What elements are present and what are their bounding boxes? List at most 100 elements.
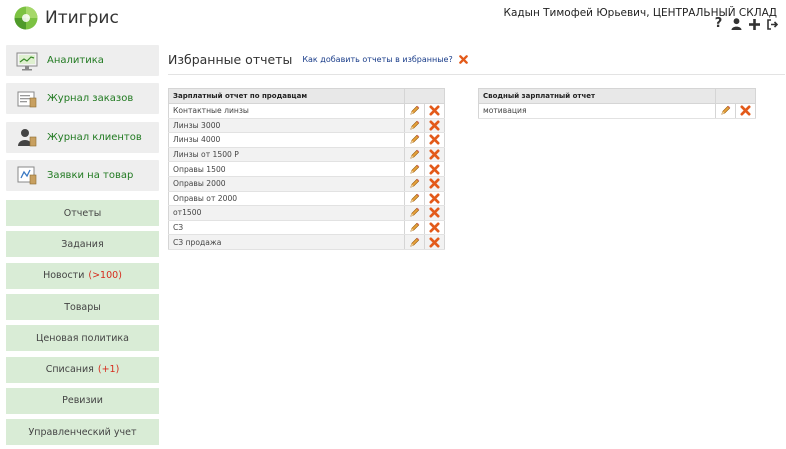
- app-logo[interactable]: Итигрис: [14, 6, 119, 30]
- table-row[interactable]: Оправы 1500: [168, 161, 445, 177]
- delete-icon[interactable]: [740, 105, 751, 116]
- sidebar-item-revisions[interactable]: Ревизии: [6, 387, 159, 414]
- delete-cell[interactable]: [424, 132, 445, 148]
- pencil-icon[interactable]: [409, 178, 420, 189]
- sidebar-item-product-requests[interactable]: Заявки на товар: [6, 159, 159, 191]
- table-header-actions: [404, 88, 445, 104]
- report-name[interactable]: Контактные линзы: [168, 103, 405, 119]
- header-toolbar: ?: [706, 17, 778, 31]
- how-to-add-favorites-link[interactable]: Как добавить отчеты в избранные?: [302, 55, 452, 64]
- edit-cell[interactable]: [404, 220, 425, 236]
- report-name[interactable]: СЗ продажа: [168, 234, 405, 250]
- delete-cell[interactable]: [424, 147, 445, 163]
- orders-journal-icon: [17, 91, 37, 108]
- table-row[interactable]: Оправы от 2000: [168, 191, 445, 207]
- edit-cell[interactable]: [404, 205, 425, 221]
- edit-cell[interactable]: [404, 191, 425, 207]
- sidebar-item-write-offs[interactable]: Списания (+1): [6, 356, 159, 383]
- report-name[interactable]: Линзы от 1500 Р: [168, 147, 405, 163]
- write-offs-count-badge: (+1): [97, 364, 120, 376]
- sidebar: Аналитика Журнал заказов Журнал клиентов…: [6, 45, 159, 449]
- pencil-icon[interactable]: [409, 120, 420, 131]
- delete-icon[interactable]: [429, 207, 440, 218]
- pencil-icon[interactable]: [720, 105, 731, 116]
- delete-icon[interactable]: [429, 237, 440, 248]
- table-row[interactable]: Контактные линзы: [168, 103, 445, 119]
- delete-icon[interactable]: [429, 164, 440, 175]
- sidebar-item-clients-journal[interactable]: Журнал клиентов: [6, 121, 159, 153]
- sidebar-item-pricing-policy[interactable]: Ценовая политика: [6, 325, 159, 352]
- report-name[interactable]: Оправы 1500: [168, 161, 405, 177]
- delete-cell[interactable]: [424, 176, 445, 192]
- edit-cell[interactable]: [404, 103, 425, 119]
- close-hint-icon[interactable]: [458, 54, 468, 64]
- sidebar-item-products[interactable]: Товары: [6, 294, 159, 321]
- pencil-icon[interactable]: [409, 164, 420, 175]
- delete-cell[interactable]: [424, 205, 445, 221]
- pencil-icon[interactable]: [409, 193, 420, 204]
- delete-cell[interactable]: [424, 191, 445, 207]
- delete-icon[interactable]: [429, 134, 440, 146]
- report-name[interactable]: Линзы 4000: [168, 132, 405, 148]
- delete-icon[interactable]: [429, 149, 440, 160]
- table-row[interactable]: мотивация: [478, 103, 756, 119]
- edit-cell[interactable]: [404, 118, 425, 134]
- delete-icon[interactable]: [429, 105, 440, 116]
- main-content: Избранные отчеты Как добавить отчеты в и…: [168, 50, 780, 68]
- delete-cell[interactable]: [424, 103, 445, 119]
- report-name[interactable]: от1500: [168, 205, 405, 221]
- table-row[interactable]: Линзы 3000: [168, 118, 445, 134]
- delete-cell[interactable]: [424, 118, 445, 134]
- table-row[interactable]: Линзы от 1500 Р: [168, 147, 445, 163]
- table-header: Зарплатный отчет по продавцам: [168, 88, 405, 104]
- pencil-icon[interactable]: [409, 237, 420, 248]
- help-icon[interactable]: ?: [713, 17, 724, 31]
- table-row[interactable]: СЗ продажа: [168, 234, 445, 250]
- delete-cell[interactable]: [424, 220, 445, 236]
- table-row[interactable]: от1500: [168, 205, 445, 221]
- sidebar-item-label: Управленческий учет: [28, 426, 137, 438]
- sidebar-item-reports[interactable]: Отчеты: [6, 200, 159, 227]
- table-row[interactable]: СЗ: [168, 220, 445, 236]
- sidebar-item-label: Ревизии: [62, 395, 103, 407]
- delete-cell[interactable]: [424, 234, 445, 250]
- edit-cell[interactable]: [404, 147, 425, 163]
- delete-icon[interactable]: [429, 120, 440, 131]
- delete-cell[interactable]: [735, 103, 756, 119]
- sidebar-item-label: Отчеты: [63, 207, 102, 219]
- delete-icon[interactable]: [429, 178, 440, 189]
- edit-cell[interactable]: [404, 161, 425, 177]
- logout-icon[interactable]: [767, 17, 778, 31]
- pencil-icon[interactable]: [409, 105, 420, 116]
- delete-icon[interactable]: [429, 193, 440, 204]
- sidebar-item-news[interactable]: Новости (>100): [6, 262, 159, 289]
- pencil-icon[interactable]: [409, 207, 420, 218]
- edit-cell[interactable]: [404, 234, 425, 250]
- user-icon[interactable]: [731, 17, 742, 31]
- title-divider: [168, 74, 785, 75]
- sidebar-item-analytics[interactable]: Аналитика: [6, 45, 159, 76]
- pencil-icon[interactable]: [409, 134, 420, 145]
- edit-cell[interactable]: [715, 103, 736, 119]
- sidebar-item-label: Товары: [64, 301, 101, 313]
- pencil-icon[interactable]: [409, 222, 420, 233]
- delete-cell[interactable]: [424, 161, 445, 177]
- report-name[interactable]: СЗ: [168, 220, 405, 236]
- sidebar-item-label: Аналитика: [47, 55, 104, 66]
- sidebar-item-label: Списания: [45, 364, 94, 376]
- edit-cell[interactable]: [404, 176, 425, 192]
- sidebar-item-orders-journal[interactable]: Журнал заказов: [6, 83, 159, 115]
- report-name[interactable]: Оправы 2000: [168, 176, 405, 192]
- edit-cell[interactable]: [404, 132, 425, 148]
- add-icon[interactable]: [749, 17, 760, 31]
- sidebar-item-management-accounting[interactable]: Управленческий учет: [6, 419, 159, 446]
- sidebar-item-label: Журнал клиентов: [47, 131, 142, 143]
- table-row[interactable]: Линзы 4000: [168, 132, 445, 148]
- report-name[interactable]: мотивация: [478, 103, 716, 119]
- report-name[interactable]: Оправы от 2000: [168, 191, 405, 207]
- table-row[interactable]: Оправы 2000: [168, 176, 445, 192]
- pencil-icon[interactable]: [409, 149, 420, 160]
- delete-icon[interactable]: [429, 222, 440, 233]
- report-name[interactable]: Линзы 3000: [168, 118, 405, 134]
- sidebar-item-tasks[interactable]: Задания: [6, 231, 159, 258]
